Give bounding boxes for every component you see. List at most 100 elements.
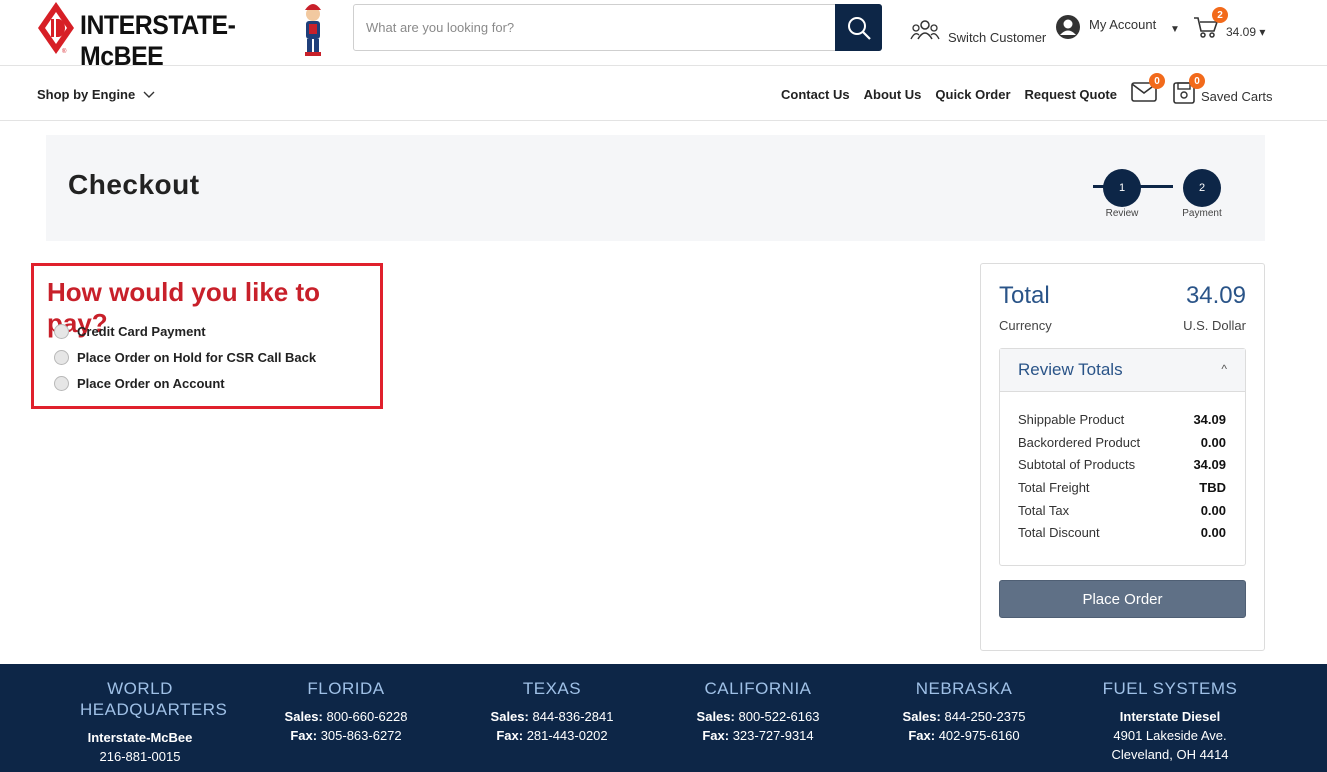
footer-phone[interactable]: 216-881-0015 <box>100 749 181 764</box>
review-row-freight: Total Freight TBD <box>1018 480 1226 495</box>
radio-on-account[interactable] <box>54 376 69 391</box>
shop-by-engine-menu[interactable]: Shop by Engine <box>37 87 155 102</box>
footer-label: Sales: <box>902 709 941 724</box>
checkout-header: Checkout <box>46 135 1265 241</box>
payment-method-section: How would you like to pay? Credit Card P… <box>31 263 383 409</box>
footer-label: Sales: <box>696 709 735 724</box>
review-totals-toggle[interactable]: Review Totals ^ <box>1000 349 1245 392</box>
footer-label: Sales: <box>284 709 323 724</box>
review-totals-title: Review Totals <box>1018 360 1123 379</box>
search-input[interactable] <box>354 5 835 50</box>
nav-link-contact-us[interactable]: Contact Us <box>781 87 850 102</box>
switch-customer-label: Switch Customer <box>948 30 1047 45</box>
footer-col-florida: FLORIDA Sales: 800-660-6228 Fax: 305-863… <box>251 678 441 745</box>
step-payment[interactable]: 2 <box>1183 169 1221 207</box>
footer-fax: 402-975-6160 <box>938 728 1020 743</box>
review-row-discount: Total Discount 0.00 <box>1018 525 1226 540</box>
footer-line: Sales: 800-522-6163 <box>663 707 853 726</box>
brand-name: INTERSTATE-McBEE <box>80 10 236 71</box>
search-button[interactable] <box>835 4 882 51</box>
footer-fax: 323-727-9314 <box>732 728 814 743</box>
review-row-backordered: Backordered Product 0.00 <box>1018 435 1226 450</box>
footer-col-title: FLORIDA <box>307 679 385 698</box>
mascot-icon <box>305 4 321 56</box>
footer-col-title: TEXAS <box>522 679 582 698</box>
saved-carts-link[interactable]: Saved Carts <box>1173 80 1273 104</box>
payment-option-label: Place Order on Hold for CSR Call Back <box>77 350 317 365</box>
footer-col-fuel-systems: FUEL SYSTEMS Interstate Diesel 4901 Lake… <box>1075 678 1265 764</box>
footer-label: Fax: <box>290 728 318 743</box>
footer-line: Fax: 281-443-0202 <box>457 726 647 745</box>
footer-label: Sales: <box>490 709 529 724</box>
svg-text:®: ® <box>62 48 67 55</box>
review-row-subtotal: Subtotal of Products 34.09 <box>1018 457 1226 472</box>
switch-customer-link[interactable]: Switch Customer <box>910 16 1046 45</box>
review-row-value: 34.09 <box>1193 412 1226 427</box>
review-row-shippable: Shippable Product 34.09 <box>1018 412 1226 427</box>
radio-credit-card[interactable] <box>54 324 69 339</box>
footer-col-title: NEBRASKA <box>915 679 1013 698</box>
step-review[interactable]: 1 <box>1103 169 1141 207</box>
review-totals-accordion: Review Totals ^ Shippable Product 34.09 B… <box>999 348 1246 566</box>
account-dropdown-caret-icon[interactable]: ▼ <box>1170 24 1180 35</box>
my-account-link[interactable]: My Account <box>1055 14 1156 40</box>
step-review-label: Review <box>1105 208 1139 219</box>
footer-line: Cleveland, OH 4414 <box>1075 745 1265 764</box>
footer-label: Fax: <box>908 728 936 743</box>
footer-company: Interstate Diesel <box>1119 709 1221 724</box>
footer-phone[interactable]: 800-522-6163 <box>738 709 819 724</box>
currency-label: Currency <box>999 318 1052 333</box>
review-row-value: TBD <box>1199 480 1226 495</box>
footer-phone[interactable]: 844-250-2375 <box>944 709 1025 724</box>
nav-link-about-us[interactable]: About Us <box>864 87 922 102</box>
footer-company: Interstate-McBee <box>87 730 193 745</box>
footer-col-world-hq: WORLD HEADQUARTERS Interstate-McBee 216-… <box>45 678 235 766</box>
review-row-label: Total Discount <box>1018 525 1100 540</box>
payment-option-credit-card[interactable]: Credit Card Payment <box>54 324 206 339</box>
radio-hold-csr[interactable] <box>54 350 69 365</box>
review-row-label: Shippable Product <box>1018 412 1125 427</box>
payment-option-hold-csr[interactable]: Place Order on Hold for CSR Call Back <box>54 350 316 365</box>
my-account-label: My Account <box>1089 16 1157 32</box>
footer-line: Sales: 844-250-2375 <box>869 707 1059 726</box>
footer-fax: 281-443-0202 <box>526 728 608 743</box>
review-row-label: Total Tax <box>1018 503 1070 518</box>
footer-line: 216-881-0015 <box>45 747 235 766</box>
saved-carts-count-badge: 0 <box>1189 73 1205 89</box>
nav-link-quick-order[interactable]: Quick Order <box>935 87 1010 102</box>
footer-line: Interstate-McBee <box>45 728 235 747</box>
footer-phone[interactable]: 844-836-2841 <box>532 709 613 724</box>
footer-address: Cleveland, OH 4414 <box>1111 747 1229 762</box>
cart-total[interactable]: 34.09 ▾ <box>1226 25 1265 39</box>
review-row-label: Backordered Product <box>1018 435 1141 450</box>
payment-option-on-account[interactable]: Place Order on Account <box>54 376 225 391</box>
review-row-value: 0.00 <box>1200 435 1226 450</box>
users-icon <box>910 19 940 39</box>
payment-option-label: Credit Card Payment <box>77 324 206 339</box>
saved-carts-label: Saved Carts <box>1201 89 1273 104</box>
place-order-button[interactable]: Place Order <box>999 580 1246 618</box>
total-label: Total <box>999 282 1050 309</box>
nav-links: Contact Us About Us Quick Order Request … <box>781 87 1117 102</box>
search-bar <box>353 4 882 51</box>
footer-line: Sales: 844-836-2841 <box>457 707 647 726</box>
chevron-down-icon <box>143 91 155 98</box>
currency-value: U.S. Dollar <box>1183 318 1246 333</box>
user-avatar-icon <box>1056 15 1080 39</box>
footer-col-title: FUEL SYSTEMS <box>1102 679 1238 698</box>
brand-logo[interactable]: ® INTERSTATE-McBEE <box>36 0 336 71</box>
footer: WORLD HEADQUARTERS Interstate-McBee 216-… <box>0 664 1327 772</box>
cart-count-badge: 2 <box>1212 7 1228 23</box>
main-nav: Shop by Engine Contact Us About Us Quick… <box>0 66 1327 121</box>
footer-label: Fax: <box>496 728 524 743</box>
nav-link-request-quote[interactable]: Request Quote <box>1025 87 1117 102</box>
footer-col-title: WORLD HEADQUARTERS <box>80 679 228 719</box>
footer-line: Sales: 800-660-6228 <box>251 707 441 726</box>
footer-col-texas: TEXAS Sales: 844-836-2841 Fax: 281-443-0… <box>457 678 647 745</box>
footer-col-title: CALIFORNIA <box>704 679 812 698</box>
footer-line: Fax: 402-975-6160 <box>869 726 1059 745</box>
footer-label: Fax: <box>702 728 730 743</box>
cart-total-value: 34.09 <box>1226 25 1257 39</box>
total-value: 34.09 <box>1185 282 1246 309</box>
footer-phone[interactable]: 800-660-6228 <box>326 709 407 724</box>
